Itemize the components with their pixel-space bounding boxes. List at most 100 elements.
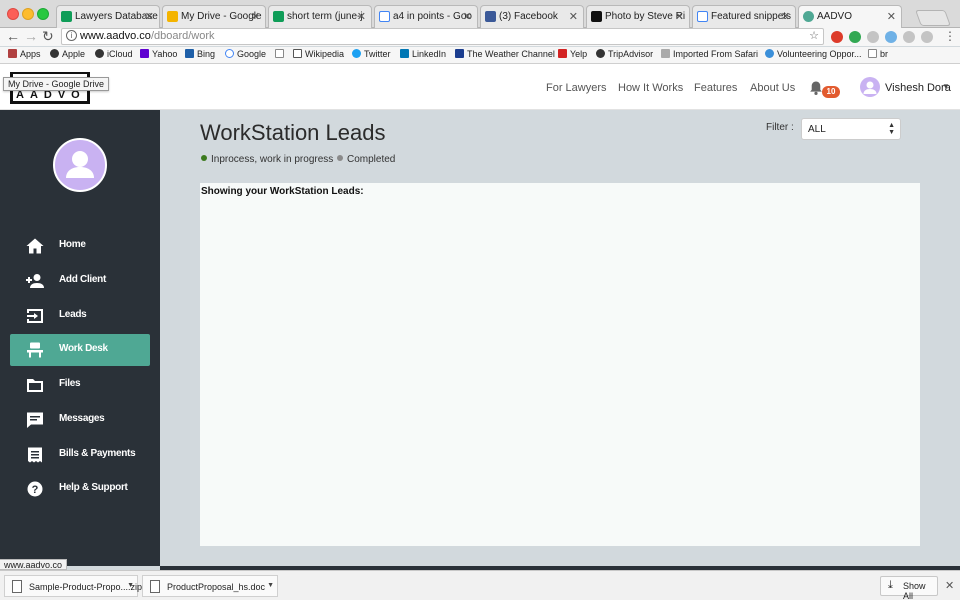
url-host: www.aadvo.co [80, 30, 151, 42]
bookmark-tripadvisor[interactable]: TripAdvisor [596, 49, 653, 59]
nav-for-lawyers[interactable]: For Lawyers [546, 82, 607, 94]
address-bar[interactable]: i www.aadvo.co/dboard/work ☆ [61, 28, 824, 45]
download-item[interactable]: ProductProposal_hs.doc ▼ [142, 575, 278, 597]
bookmark-wikipedia[interactable]: Wikipedia [293, 49, 344, 59]
bookmark-google[interactable]: Google [225, 49, 266, 59]
caret-down-icon[interactable]: ▼ [942, 82, 950, 91]
profile-avatar[interactable] [53, 138, 107, 192]
google-icon [379, 11, 390, 22]
browser-tab[interactable]: My Drive - Google ✕ [162, 5, 266, 28]
url-path: /dboard/work [150, 30, 215, 42]
extension-icon[interactable] [921, 31, 933, 43]
linkedin-icon [400, 49, 409, 58]
downloads-bar: Sample-Product-Propo....zip ▼ ProductPro… [0, 570, 960, 600]
bookmark-br[interactable]: br [868, 49, 888, 59]
star-icon[interactable]: ☆ [809, 29, 819, 42]
nav-features[interactable]: Features [694, 82, 737, 94]
info-icon[interactable]: i [66, 30, 77, 41]
status-bar: www.aadvo.co [0, 559, 68, 570]
browser-tab-active[interactable]: AADVO ✕ [798, 5, 902, 28]
select-arrows-icon: ▲ ▼ [888, 122, 895, 136]
legend-completed: Completed [337, 154, 395, 165]
window-minimize-button[interactable] [22, 8, 34, 20]
leads-icon [27, 309, 43, 323]
close-icon[interactable]: ✕ [675, 10, 684, 23]
download-item[interactable]: Sample-Product-Propo....zip ▼ [4, 575, 142, 597]
caret-down-icon[interactable]: ▼ [267, 582, 274, 589]
add-person-icon [26, 274, 44, 288]
window-zoom-button[interactable] [37, 8, 49, 20]
close-icon[interactable]: ✕ [357, 10, 366, 23]
sidebar-item-help-support[interactable]: ? Help & Support [10, 473, 150, 505]
file-icon [12, 580, 22, 593]
close-icon[interactable]: ✕ [569, 10, 578, 23]
location-icon [765, 49, 774, 58]
bookmark-yahoo[interactable]: Yahoo [140, 49, 177, 59]
bookmark-page[interactable] [275, 49, 287, 59]
browser-tab[interactable]: short term (june-j ✕ [268, 5, 372, 28]
tab-title: Photo by Steve Ri [605, 11, 686, 22]
user-name[interactable]: Vishesh Dora [885, 82, 951, 94]
close-icon[interactable]: ✕ [887, 10, 896, 23]
caret-down-icon[interactable]: ▼ [127, 582, 134, 589]
show-all-label: Show All [903, 581, 926, 600]
bookmark-apple[interactable]: Apple [50, 49, 85, 59]
show-all-button[interactable]: ⤓ Show All [880, 576, 938, 600]
svg-text:?: ? [32, 484, 39, 496]
close-icon[interactable]: ✕ [781, 10, 790, 23]
yahoo-icon [140, 49, 149, 58]
bookmark-folder-safari[interactable]: Imported From Safari [661, 49, 758, 59]
bookmark-volunteering[interactable]: Volunteering Oppor... [765, 49, 862, 59]
sidebar-item-label: Files [59, 378, 81, 389]
sidebar-item-work-desk[interactable]: Work Desk [10, 334, 150, 366]
avatar[interactable] [860, 77, 880, 97]
filter-select[interactable]: ALL ▲ ▼ [801, 118, 901, 140]
bookmark-icloud[interactable]: iCloud [95, 49, 133, 59]
browser-tab[interactable]: Photo by Steve Ri ✕ [586, 5, 690, 28]
sidebar-item-leads[interactable]: Leads [10, 300, 150, 332]
extension-icon[interactable] [885, 31, 897, 43]
browser-tab[interactable]: Featured snippets ✕ [692, 5, 796, 28]
browser-tab[interactable]: a4 in points - Goo ✕ [374, 5, 478, 28]
notification-badge: 10 [822, 86, 840, 98]
new-tab-button[interactable] [915, 10, 951, 26]
bookmark-yelp[interactable]: Yelp [558, 49, 587, 59]
nav-about-us[interactable]: About Us [750, 82, 795, 94]
reload-icon[interactable]: ↻ [42, 29, 54, 43]
back-arrow-icon[interactable]: ← [6, 29, 20, 43]
status-dot-icon [201, 155, 207, 161]
bookmark-twitter[interactable]: Twitter [352, 49, 391, 59]
legend-label: Inprocess, work in progress [211, 154, 334, 165]
nav-how-it-works[interactable]: How It Works [618, 82, 683, 94]
bookmarks-bar: Apps Apple iCloud Yahoo Bing Google Wiki… [0, 47, 960, 64]
bookmark-apps[interactable]: Apps [8, 49, 41, 59]
message-icon [27, 412, 43, 428]
close-icon[interactable]: ✕ [251, 10, 260, 23]
page-icon [275, 49, 284, 58]
home-icon [26, 238, 44, 254]
sidebar-item-messages[interactable]: Messages [10, 404, 150, 436]
extension-icon[interactable] [867, 31, 879, 43]
menu-icon[interactable]: ⋮ [944, 29, 956, 43]
status-dot-icon [337, 155, 343, 161]
sidebar-item-home[interactable]: Home [10, 230, 150, 262]
download-icon: ⤓ [888, 579, 893, 591]
sidebar-item-add-client[interactable]: Add Client [10, 265, 150, 297]
extension-icon[interactable] [903, 31, 915, 43]
bookmark-weather-channel[interactable]: The Weather Channel [455, 49, 555, 59]
bookmark-bing[interactable]: Bing [185, 49, 215, 59]
forward-arrow-icon[interactable]: → [24, 29, 38, 43]
sidebar-item-files[interactable]: Files [10, 369, 150, 401]
tab-title: a4 in points - Goo [393, 11, 472, 22]
close-icon[interactable]: ✕ [945, 579, 954, 592]
bookmark-linkedin[interactable]: LinkedIn [400, 49, 446, 59]
close-icon[interactable]: ✕ [463, 10, 472, 23]
extension-icon[interactable] [831, 31, 843, 43]
browser-tab[interactable]: (3) Facebook ✕ [480, 5, 584, 28]
sidebar-item-bills-payments[interactable]: Bills & Payments [10, 439, 150, 471]
extension-icon[interactable] [849, 31, 861, 43]
close-icon[interactable]: ✕ [145, 10, 154, 23]
download-filename: Sample-Product-Propo....zip [29, 582, 143, 592]
window-close-button[interactable] [7, 8, 19, 20]
browser-tab[interactable]: Lawyers Database ✕ [56, 5, 160, 28]
